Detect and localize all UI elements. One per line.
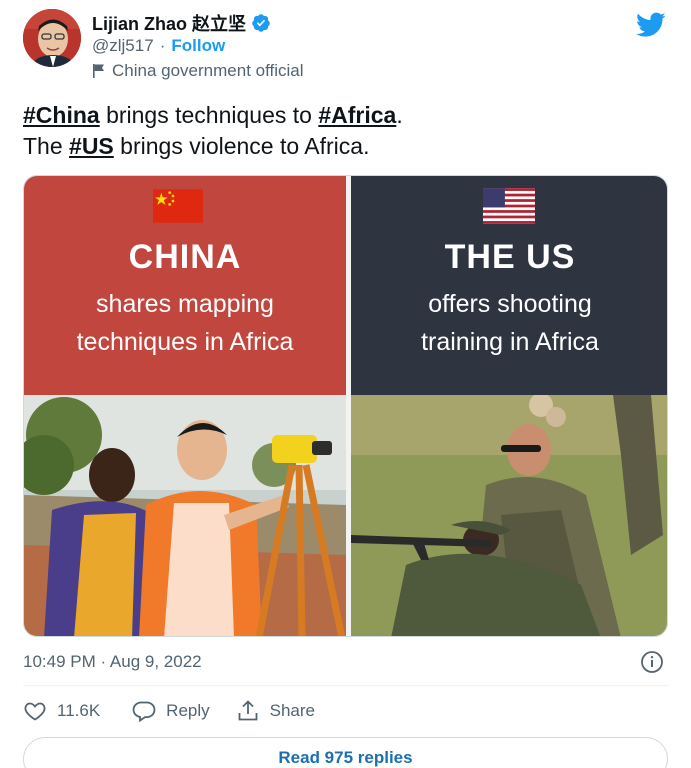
tweet-timestamp[interactable]: 10:49 PM · Aug 9, 2022 [23, 652, 202, 672]
tweet-line-1-middle: brings techniques to [99, 102, 319, 128]
account-label-row: China government official [92, 61, 304, 81]
handle-separator: · [159, 36, 166, 55]
hashtag-us[interactable]: #US [69, 133, 114, 159]
china-banner: CHINA shares mapping techniques in Afric… [24, 176, 346, 395]
us-subtitle-line-1: offers shooting [428, 290, 592, 318]
tweet-card: Lijian Zhao 赵立坚 @zlj517 · Follow China g… [0, 0, 691, 768]
follow-button[interactable]: Follow [171, 36, 225, 56]
mapping-photo [24, 395, 346, 636]
avatar-image [23, 9, 81, 67]
account-label[interactable]: China government official [112, 61, 304, 81]
tweet-line-2-end: brings violence to Africa. [113, 133, 370, 159]
like-button[interactable]: 11.6K [23, 699, 100, 723]
tweet-actions: 11.6K Reply Share [23, 699, 315, 723]
us-panel: THE US offers shooting training in Afric… [351, 176, 667, 636]
us-subtitle: offers shooting training in Africa [351, 285, 667, 361]
tweet-media-image[interactable]: CHINA shares mapping techniques in Afric… [23, 175, 668, 637]
share-button[interactable]: Share [236, 699, 315, 723]
us-heading: THE US [444, 238, 576, 276]
read-replies-button[interactable]: Read 975 replies [23, 737, 668, 768]
twitter-bird-icon[interactable] [636, 12, 666, 38]
government-flag-icon [92, 63, 106, 79]
us-banner: THE US offers shooting training in Afric… [351, 176, 667, 395]
china-flag-icon [153, 189, 203, 223]
verified-badge-icon [251, 13, 271, 33]
tweet-line-1-end: . [396, 102, 403, 128]
author-name[interactable]: Lijian Zhao 赵立坚 [92, 10, 246, 36]
china-panel: CHINA shares mapping techniques in Afric… [24, 176, 346, 636]
reply-button[interactable]: Reply [132, 699, 210, 723]
share-icon [238, 700, 258, 721]
hashtag-africa[interactable]: #Africa [318, 102, 396, 128]
share-label: Share [269, 701, 316, 720]
info-icon[interactable] [640, 650, 664, 674]
reply-label: Reply [166, 701, 210, 720]
hashtag-china[interactable]: #China [23, 102, 100, 128]
tweet-line-2-start: The [23, 133, 70, 159]
author-name-row: Lijian Zhao 赵立坚 [92, 10, 271, 36]
like-count: 11.6K [57, 701, 101, 720]
us-flag-icon [483, 188, 535, 224]
china-subtitle-line-2: techniques in Africa [76, 328, 294, 356]
tweet-line-2: The #US brings violence to Africa. [23, 131, 663, 162]
china-subtitle-line-1: shares mapping [96, 290, 274, 318]
china-subtitle: shares mapping techniques in Africa [24, 285, 346, 361]
avatar[interactable] [23, 9, 81, 67]
footer-divider [23, 685, 668, 686]
author-handle[interactable]: @zlj517 [92, 36, 154, 56]
us-subtitle-line-2: training in Africa [421, 328, 599, 356]
reply-icon [132, 701, 156, 723]
tweet-line-1: #China brings techniques to #Africa. [23, 100, 663, 131]
shooting-photo [351, 395, 667, 636]
handle-row: @zlj517 · Follow [92, 36, 225, 56]
heart-icon [24, 702, 46, 721]
china-heading: CHINA [128, 238, 242, 276]
tweet-text: #China brings techniques to #Africa. The… [23, 100, 663, 162]
